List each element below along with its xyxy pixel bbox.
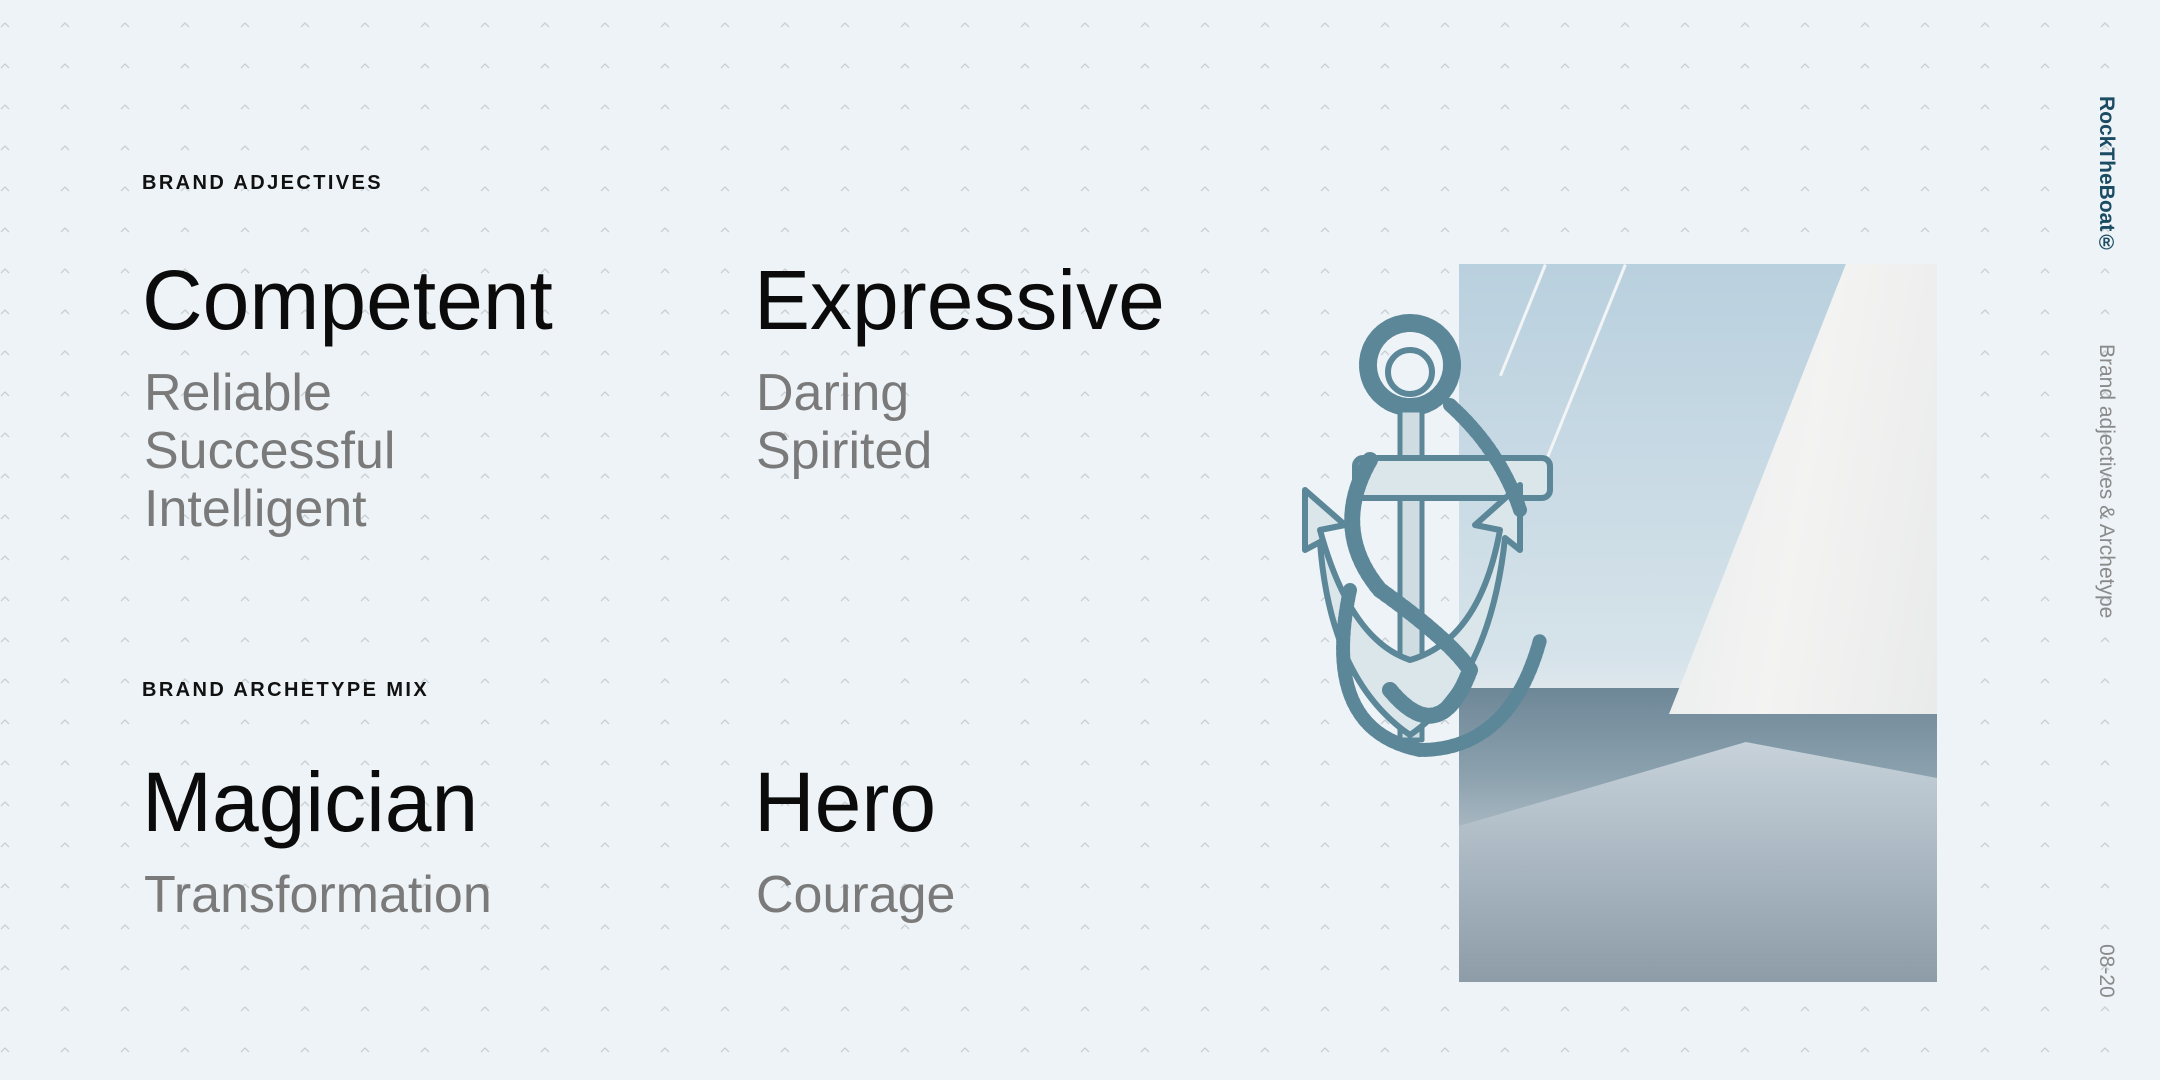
adjective-item: Successful xyxy=(144,422,396,480)
adjective-list-competent: Reliable Successful Intelligent xyxy=(144,364,395,538)
archetype-hero: Hero xyxy=(754,755,937,849)
adjective-expressive: Expressive xyxy=(754,253,1165,347)
adjective-item: Spirited xyxy=(756,422,933,480)
adjective-item: Daring xyxy=(756,364,910,422)
page-number: 08-20 xyxy=(2095,944,2118,998)
adjective-competent: Competent xyxy=(142,253,553,347)
archetype-trait: Courage xyxy=(756,866,956,924)
archetype-magician: Magician xyxy=(142,755,479,849)
archetype-trait: Transformation xyxy=(144,866,492,924)
brand-archetype-heading: BRAND ARCHETYPE MIX xyxy=(142,679,430,701)
brand-logo: RockTheBoat® xyxy=(2095,96,2118,255)
brand-adjectives-heading: BRAND ADJECTIVES xyxy=(142,172,384,194)
section-title: Brand adjectives & Archetype xyxy=(2095,344,2118,619)
adjective-item: Intelligent xyxy=(144,480,367,538)
anchor-illustration-icon xyxy=(1302,314,1553,757)
adjective-item: Reliable xyxy=(144,364,332,422)
adjective-list-expressive: Daring Spirited xyxy=(756,364,932,480)
